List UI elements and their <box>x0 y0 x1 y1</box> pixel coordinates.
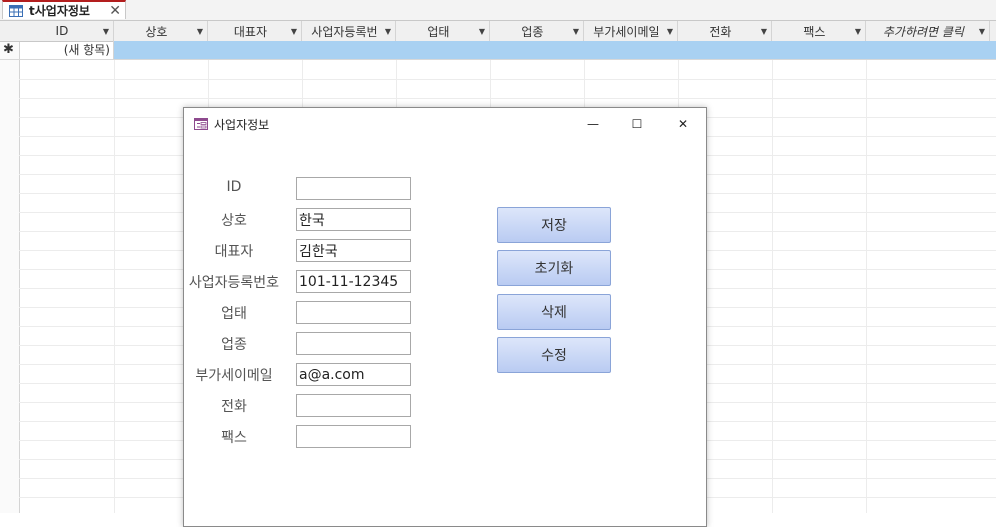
dropdown-arrow-icon[interactable]: ▼ <box>979 27 985 36</box>
dropdown-arrow-icon[interactable]: ▼ <box>103 27 109 36</box>
phone-field[interactable] <box>296 394 411 417</box>
record-selector-column[interactable] <box>0 21 20 513</box>
label-business-type: 업태 <box>221 306 247 322</box>
vat-email-field[interactable] <box>296 363 411 386</box>
dialog-title: 사업자정보 <box>214 117 270 132</box>
tab-label: t사업자정보 <box>29 4 90 18</box>
company-name-field[interactable] <box>296 208 411 231</box>
label-fax: 팩스 <box>221 430 247 446</box>
column-header-vat-email[interactable]: 부가세이메일 ▼ <box>584 21 678 41</box>
label-business-reg-no: 사업자등록번호 <box>188 275 280 291</box>
minimize-button[interactable]: — <box>570 108 616 140</box>
column-header-representative[interactable]: 대표자 ▼ <box>208 21 302 41</box>
column-header-label: 대표자 <box>233 24 267 39</box>
column-header-label: 부가세이메일 <box>593 24 660 39</box>
business-reg-no-field[interactable] <box>296 270 411 293</box>
close-icon: ✕ <box>677 117 689 131</box>
representative-field[interactable] <box>296 239 411 262</box>
grid-line <box>866 60 867 513</box>
column-header-business-reg-no[interactable]: 사업자등록번 ▼ <box>302 21 396 41</box>
column-header-label: 사업자등록번 <box>311 24 378 39</box>
business-info-form-dialog: 사업자정보 — ☐ ✕ ID 상호 대표자 사업자등록번호 업태 업종 부가세이… <box>183 107 707 527</box>
grid-line <box>114 60 115 513</box>
edit-button[interactable]: 수정 <box>497 337 611 373</box>
minimize-icon: — <box>587 117 599 131</box>
dropdown-arrow-icon[interactable]: ▼ <box>855 27 861 36</box>
column-header-label: 추가하려면 클릭 <box>882 24 964 39</box>
delete-button[interactable]: 삭제 <box>497 294 611 330</box>
id-field[interactable] <box>296 177 411 200</box>
column-header-add-new[interactable]: 추가하려면 클릭 ▼ <box>866 21 990 41</box>
column-header-row: ID ▼ 상호 ▼ 대표자 ▼ 사업자등록번 ▼ 업태 ▼ 업종 ▼ 부가세이메일 ▼ 전화 ▼… <box>0 21 996 42</box>
dropdown-arrow-icon[interactable]: ▼ <box>761 27 767 36</box>
label-vat-email: 부가세이메일 <box>195 368 273 384</box>
grid-line <box>19 79 996 80</box>
column-header-business-item[interactable]: 업종 ▼ <box>490 21 584 41</box>
grid-line <box>19 98 996 99</box>
label-company-name: 상호 <box>221 213 247 229</box>
label-business-item: 업종 <box>221 337 247 353</box>
new-record-row[interactable]: ✱ (새 항목) <box>0 41 996 60</box>
maximize-icon: ☐ <box>631 117 643 131</box>
column-header-label: 업태 <box>427 24 450 39</box>
column-header-label: 상호 <box>145 24 168 39</box>
column-header-label: 업종 <box>521 24 544 39</box>
column-header-id[interactable]: ID ▼ <box>19 21 114 41</box>
business-type-field[interactable] <box>296 301 411 324</box>
row-highlight[interactable] <box>114 41 996 59</box>
dropdown-arrow-icon[interactable]: ▼ <box>291 27 297 36</box>
label-id: ID <box>226 179 242 195</box>
new-item-cell[interactable]: (새 항목) <box>20 41 114 59</box>
column-header-label: 팩스 <box>803 24 826 39</box>
dropdown-arrow-icon[interactable]: ▼ <box>667 27 673 36</box>
reset-button[interactable]: 초기화 <box>497 250 611 286</box>
label-phone: 전화 <box>221 399 247 415</box>
column-header-phone[interactable]: 전화 ▼ <box>678 21 772 41</box>
grid-line <box>772 60 773 513</box>
dropdown-arrow-icon[interactable]: ▼ <box>479 27 485 36</box>
column-header-label: ID <box>55 24 69 38</box>
save-button[interactable]: 저장 <box>497 207 611 243</box>
fax-field[interactable] <box>296 425 411 448</box>
column-header-company[interactable]: 상호 ▼ <box>114 21 208 41</box>
business-item-field[interactable] <box>296 332 411 355</box>
maximize-button[interactable]: ☐ <box>614 108 660 140</box>
dropdown-arrow-icon[interactable]: ▼ <box>573 27 579 36</box>
table-icon <box>9 4 23 17</box>
dropdown-arrow-icon[interactable]: ▼ <box>197 27 203 36</box>
close-button[interactable]: ✕ <box>660 108 706 140</box>
column-header-label: 전화 <box>709 24 732 39</box>
document-tab-bar: t사업자정보 ✕ <box>0 0 996 21</box>
column-header-fax[interactable]: 팩스 ▼ <box>772 21 866 41</box>
form-icon <box>194 118 208 130</box>
label-representative: 대표자 <box>214 244 254 260</box>
dropdown-arrow-icon[interactable]: ▼ <box>385 27 391 36</box>
column-header-business-type[interactable]: 업태 ▼ <box>396 21 490 41</box>
close-tab-icon[interactable]: ✕ <box>109 3 121 19</box>
new-record-icon: ✱ <box>3 42 14 57</box>
tab-t-business-info[interactable]: t사업자정보 ✕ <box>2 0 126 19</box>
